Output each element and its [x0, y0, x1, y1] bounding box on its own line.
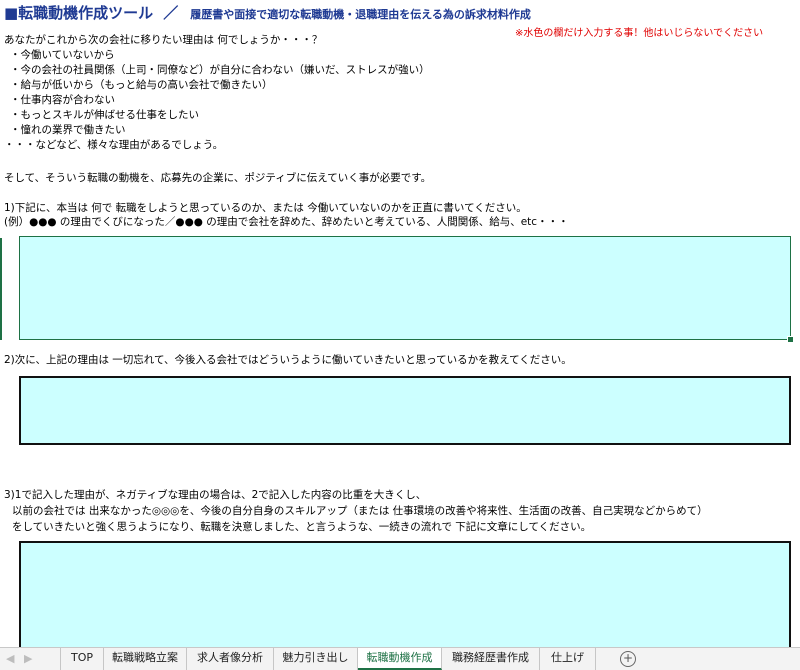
question-3-line-1: 3)1で記入した理由が、ネガティブな理由の場合は、2で記入した内容の比重を大きく…: [4, 489, 427, 501]
add-sheet-icon[interactable]: +: [620, 651, 636, 667]
tab-appeal[interactable]: 魅力引き出し: [274, 648, 358, 670]
reason-item: ・仕事内容が合わない: [10, 94, 115, 106]
intro-closing: ・・・などなど、様々な理由があるでしょう。: [4, 139, 224, 151]
tab-top[interactable]: TOP: [60, 648, 104, 670]
tab-motivation[interactable]: 転職動機作成: [358, 648, 442, 670]
answer-1-textarea[interactable]: [20, 237, 790, 339]
question-3-line-3: をしていきたいと強く思うようになり、転職を決意しました、と言うような、一続きの流…: [12, 521, 592, 533]
input-warning: ※水色の欄だけ入力する事！他はいじらないでください: [515, 28, 764, 39]
tab-career-history[interactable]: 職務経歴書作成: [442, 648, 540, 670]
title-slash: ／: [163, 4, 179, 22]
sheet-tab-bar: ◀ ▶ TOP 転職戦略立案 求人者像分析 魅力引き出し 転職動機作成 職務経歴…: [0, 647, 800, 670]
intro-positive: そして、そういう転職の動機を、応募先の企業に、ポジティブに伝えていく事が必要です…: [4, 172, 432, 184]
answer-3-input[interactable]: [19, 541, 791, 647]
question-3-line-2: 以前の会社では 出来なかった◎◎◎を、今後の自分自身のスキルアップ（または 仕事…: [12, 505, 708, 517]
answer-2-input[interactable]: [19, 376, 791, 445]
question-1-example: (例）●●● の理由でくびになった／●●● の理由で会社を辞めた、辞めたいと考え…: [4, 216, 569, 228]
page-title: ■転職動機作成ツール ／ 履歴書や面接で適切な転職動機・退職理由を伝える為の訴求材料…: [4, 2, 531, 23]
scroll-left-icon[interactable]: ◀: [6, 652, 14, 665]
tool-subtitle: 履歴書や面接で適切な転職動機・退職理由を伝える為の訴求材料作成: [190, 8, 531, 21]
answer-1-input[interactable]: [19, 236, 794, 343]
reason-item: ・憧れの業界で働きたい: [10, 124, 126, 136]
answer-3-textarea[interactable]: [21, 543, 789, 647]
tab-strategy[interactable]: 転職戦略立案: [104, 648, 187, 670]
scroll-right-icon[interactable]: ▶: [24, 652, 32, 665]
reason-item: ・今働いていないから: [10, 49, 115, 61]
reason-item: ・給与が低いから（もっと給与の高い会社で働きたい）: [10, 79, 273, 91]
answer-2-textarea[interactable]: [21, 378, 789, 443]
reason-item: ・もっとスキルが伸ばせる仕事をしたい: [10, 109, 199, 121]
question-1: 1)下記に、本当は 何で 転職をしようと思っているのか、または 今働いていないの…: [4, 202, 527, 214]
tool-title: ■転職動機作成ツール: [4, 4, 154, 22]
worksheet: ■転職動機作成ツール ／ 履歴書や面接で適切な転職動機・退職理由を伝える為の訴求材料…: [0, 0, 800, 647]
tab-recruiter-analysis[interactable]: 求人者像分析: [187, 648, 274, 670]
question-2: 2)次に、上記の理由は 一切忘れて、今後入る会社ではどういうように働いていきたい…: [4, 354, 572, 366]
fill-handle[interactable]: [787, 336, 794, 343]
selection-edge: [0, 238, 2, 340]
reason-item: ・今の会社の社員関係（上司・同僚など）が自分に合わない（嫌いだ、ストレスが強い）: [10, 64, 430, 76]
intro-question: あなたがこれから次の会社に移りたい理由は 何でしょうか・・・？: [4, 34, 323, 46]
tab-finish[interactable]: 仕上げ: [540, 648, 596, 670]
